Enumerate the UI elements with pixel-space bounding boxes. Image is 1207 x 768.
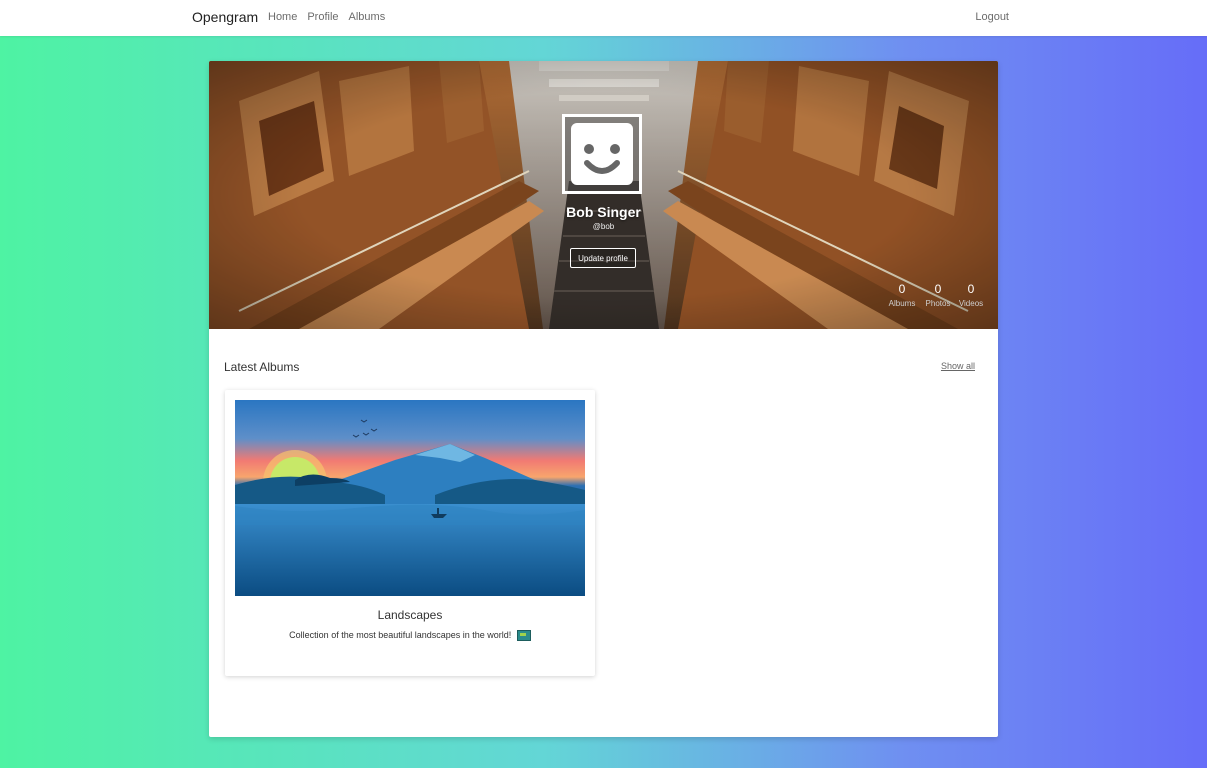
nav-albums[interactable]: Albums <box>349 11 386 23</box>
stat-albums[interactable]: 0 Albums <box>887 282 917 308</box>
world-map-icon <box>516 630 531 642</box>
profile-handle: @bob <box>592 222 615 231</box>
nav-profile[interactable]: Profile <box>307 11 338 23</box>
stat-videos-value: 0 <box>967 282 975 296</box>
profile-stats: 0 Albums 0 Photos 0 Videos <box>887 282 985 308</box>
album-description: Collection of the most beautiful landsca… <box>225 630 595 642</box>
stat-videos-label: Videos <box>958 299 984 308</box>
logout-link[interactable]: Logout <box>975 11 1009 23</box>
avatar[interactable] <box>562 114 642 194</box>
nav-links: Home Profile Albums <box>268 11 385 23</box>
cover-image <box>209 61 998 329</box>
stat-videos[interactable]: 0 Videos <box>957 282 985 308</box>
album-cover-image[interactable] <box>235 400 585 596</box>
stat-photos[interactable]: 0 Photos <box>921 282 955 308</box>
latest-albums-title: Latest Albums <box>224 360 300 374</box>
album-card[interactable]: Landscapes Collection of the most beauti… <box>225 390 595 676</box>
stat-albums-value: 0 <box>898 282 906 296</box>
update-profile-button[interactable]: Update profile <box>570 248 636 268</box>
brand-logo[interactable]: Opengram <box>192 9 258 25</box>
profile-name: Bob Singer <box>566 204 641 220</box>
album-title[interactable]: Landscapes <box>225 608 595 622</box>
show-all-link[interactable]: Show all <box>941 361 975 371</box>
profile-card: Bob Singer @bob Update profile 0 Albums … <box>209 61 998 737</box>
stat-photos-value: 0 <box>934 282 942 296</box>
profile-cover: Bob Singer @bob Update profile 0 Albums … <box>209 61 998 329</box>
stat-albums-label: Albums <box>888 299 916 308</box>
top-navbar: Opengram Home Profile Albums Logout <box>0 0 1207 36</box>
nav-home[interactable]: Home <box>268 11 297 23</box>
album-description-text: Collection of the most beautiful landsca… <box>289 630 512 640</box>
stat-photos-label: Photos <box>925 299 951 308</box>
smiley-face-icon <box>571 123 633 185</box>
